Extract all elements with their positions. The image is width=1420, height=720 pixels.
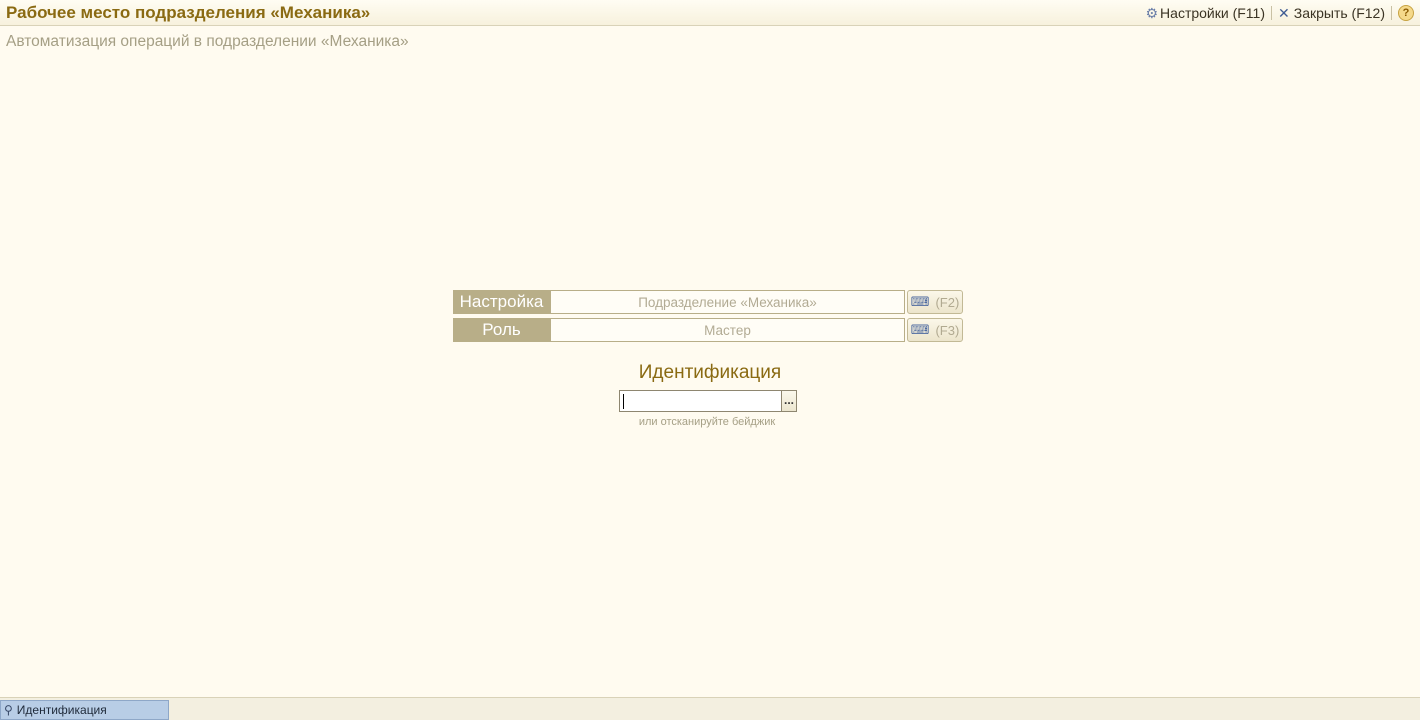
role-field[interactable]: Мастер <box>550 318 905 342</box>
setting-field[interactable]: Подразделение «Механика» <box>550 290 905 314</box>
settings-button[interactable]: ⚙ Настройки (F11) <box>1139 2 1271 24</box>
close-button[interactable]: ✕ Закрыть (F12) <box>1272 2 1391 24</box>
setting-label: Настройка <box>453 290 550 314</box>
window-title: Рабочее место подразделения «Механика» <box>6 3 371 22</box>
role-label: Роль <box>453 318 550 342</box>
pin-icon: ⚲ <box>4 703 13 717</box>
text-caret <box>623 394 624 409</box>
identification-hint: или отсканируйте бейджик <box>638 416 776 428</box>
gear-icon: ⚙ <box>1145 4 1159 21</box>
select-role-button[interactable]: ⌨ (F3) <box>907 318 963 342</box>
role-hotkey: (F3) <box>935 322 960 338</box>
close-button-label: Закрыть (F12) <box>1293 5 1385 21</box>
select-setting-button[interactable]: ⌨ (F2) <box>907 290 963 314</box>
setting-hotkey: (F2) <box>935 294 960 310</box>
help-button[interactable]: ? <box>1392 2 1420 24</box>
help-icon: ? <box>1398 5 1414 21</box>
identification-choose-button[interactable]: ... <box>781 390 797 412</box>
identification-title: Идентификация <box>638 362 782 383</box>
keyboard-select-icon: ⌨ <box>910 322 930 337</box>
close-icon: ✕ <box>1278 4 1290 21</box>
status-tab-identification[interactable]: ⚲ Идентификация <box>0 700 169 720</box>
keyboard-select-icon: ⌨ <box>910 294 930 309</box>
title-bar: Рабочее место подразделения «Механика» ⚙… <box>0 0 1420 26</box>
settings-button-label: Настройки (F11) <box>1160 5 1265 21</box>
page-subtitle: Автоматизация операций в подразделении «… <box>6 33 409 50</box>
identification-input[interactable] <box>619 390 782 412</box>
status-tab-label: Идентификация <box>16 703 107 717</box>
status-bar: ⚲ Идентификация <box>0 697 1420 720</box>
app-window: Рабочее место подразделения «Механика» ⚙… <box>0 0 1420 720</box>
title-actions: ⚙ Настройки (F11) ✕ Закрыть (F12) ? <box>1139 0 1420 26</box>
